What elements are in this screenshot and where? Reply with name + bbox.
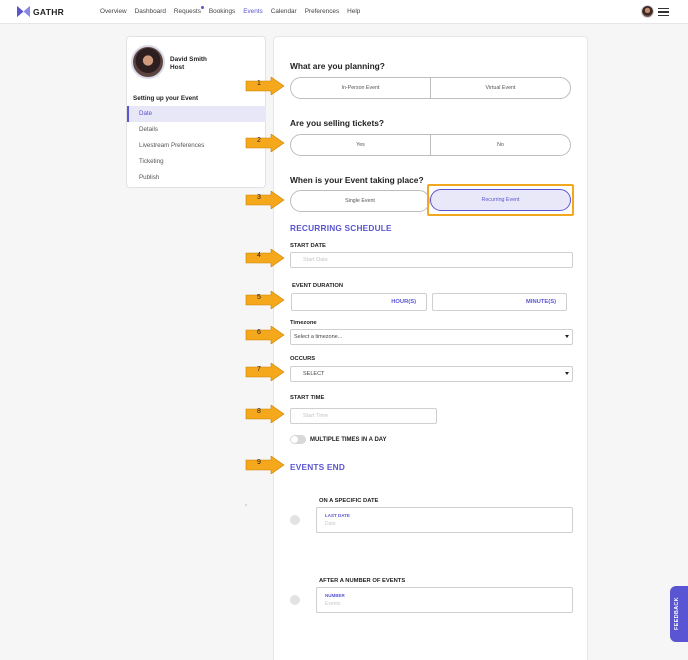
duration-hours-input[interactable]: HOUR(S) [291, 293, 427, 311]
sidebar-heading: Setting up your Event [133, 95, 199, 102]
feedback-label: FEEDBACK [674, 597, 680, 630]
last-date-placeholder: Date [325, 521, 336, 527]
nav-calendar[interactable]: Calendar [271, 8, 297, 15]
occurs-label: OCCURS [290, 356, 316, 362]
profile-role: Host [170, 64, 185, 71]
planning-question: What are you planning? [290, 61, 385, 71]
start-date-input[interactable]: Start Date [290, 252, 573, 268]
hamburger-menu-icon[interactable] [658, 8, 669, 17]
number-of-events-label: AFTER A NUMBER OF EVENTS [319, 578, 406, 584]
event-duration-label: EVENT DURATION [292, 283, 344, 289]
annotation-arrow-7: 7 [245, 363, 285, 381]
event-setup-sidebar: David Smith Host Setting up your Event D… [126, 36, 266, 188]
caret-down-icon [565, 372, 569, 375]
sidebar-item-date[interactable]: Date [127, 106, 266, 122]
number-of-events-field[interactable]: NUMBER Events [316, 587, 573, 613]
user-avatar[interactable] [641, 5, 654, 18]
single-event-option[interactable]: Single Event [291, 191, 429, 211]
annotation-number: 8 [257, 408, 261, 415]
specific-date-radio[interactable] [290, 515, 300, 525]
stray-dot [245, 504, 247, 506]
annotation-arrow-5: 5 [245, 291, 285, 309]
feedback-tab[interactable]: FEEDBACK [670, 586, 688, 642]
nav-requests[interactable]: Requests [173, 6, 204, 15]
planning-selector: In-Person Event Virtual Event [290, 77, 571, 99]
annotation-number: 7 [257, 366, 261, 373]
annotation-number: 5 [257, 294, 261, 301]
profile-name: David Smith [170, 56, 207, 63]
gathr-logo[interactable]: GATHR [17, 5, 64, 18]
event-form-card: What are you planning? In-Person Event V… [273, 36, 588, 660]
nav-events[interactable]: Events [243, 8, 263, 15]
start-date-label: START DATE [290, 243, 326, 249]
in-person-event-option[interactable]: In-Person Event [291, 78, 430, 98]
gathr-logo-icon [17, 5, 30, 18]
sidebar-item-ticketing[interactable]: Ticketing [127, 154, 266, 170]
notification-dot [200, 6, 204, 9]
caret-down-icon [565, 335, 569, 338]
number-label: NUMBER [325, 593, 345, 598]
occurs-select[interactable]: SELECT [290, 366, 573, 382]
annotation-arrow-1: 1 [245, 77, 285, 95]
nav-requests-label: Requests [173, 8, 201, 15]
annotation-arrow-6: 6 [245, 326, 285, 344]
nav-help[interactable]: Help [347, 8, 360, 15]
annotation-number: 3 [257, 194, 261, 201]
multiple-times-label: MULTIPLE TIMES IN A DAY [310, 437, 387, 443]
main-nav: Overview Dashboard Requests Bookings Eve… [100, 6, 368, 15]
multiple-times-toggle[interactable] [290, 435, 306, 444]
specific-date-label: ON A SPECIFIC DATE [319, 498, 379, 504]
nav-preferences[interactable]: Preferences [305, 8, 339, 15]
number-placeholder: Events [325, 601, 341, 607]
tickets-question: Are you selling tickets? [290, 118, 385, 128]
annotation-number: 2 [257, 137, 261, 144]
profile-avatar [131, 45, 165, 79]
annotation-arrow-9: 9 [245, 456, 285, 474]
toggle-knob [291, 436, 298, 443]
last-date-field[interactable]: LAST DATE Date [316, 507, 573, 533]
annotation-number: 9 [257, 459, 261, 466]
when-question: When is your Event taking place? [290, 175, 424, 185]
tickets-selector: Yes No [290, 134, 571, 156]
nav-dashboard[interactable]: Dashboard [135, 8, 166, 15]
sidebar-item-publish[interactable]: Publish [127, 170, 266, 186]
timezone-label: Timezone [290, 320, 317, 326]
start-time-input[interactable]: Start Time [290, 408, 437, 424]
tickets-yes-option[interactable]: Yes [291, 135, 430, 155]
annotation-number: 6 [257, 329, 261, 336]
recurring-highlight-box: Recurring Event [427, 184, 574, 216]
annotation-number: 4 [257, 252, 261, 259]
annotation-arrow-2: 2 [245, 134, 285, 152]
occurs-value: SELECT [303, 371, 325, 377]
single-event-selector: Single Event [290, 190, 430, 212]
last-date-label: LAST DATE [325, 513, 350, 518]
nav-bookings[interactable]: Bookings [209, 8, 235, 15]
events-end-title: EVENTS END [290, 462, 346, 472]
virtual-event-option[interactable]: Virtual Event [430, 78, 570, 98]
duration-minutes-input[interactable]: MINUTE(S) [432, 293, 567, 311]
recurring-schedule-title: RECURRING SCHEDULE [290, 223, 392, 233]
annotation-arrow-4: 4 [245, 249, 285, 267]
timezone-value: Select a timezone... [294, 334, 343, 340]
tickets-no-option[interactable]: No [430, 135, 570, 155]
nav-overview[interactable]: Overview [100, 8, 127, 15]
annotation-arrow-3: 3 [245, 191, 285, 209]
start-time-label: START TIME [290, 395, 325, 401]
top-nav-bar: GATHR Overview Dashboard Requests Bookin… [0, 0, 688, 24]
annotation-arrow-8: 8 [245, 405, 285, 423]
annotation-number: 1 [257, 80, 261, 87]
timezone-select[interactable]: Select a timezone... [290, 329, 573, 345]
number-of-events-radio[interactable] [290, 595, 300, 605]
brand-name: GATHR [33, 6, 65, 17]
recurring-event-option[interactable]: Recurring Event [430, 189, 571, 211]
